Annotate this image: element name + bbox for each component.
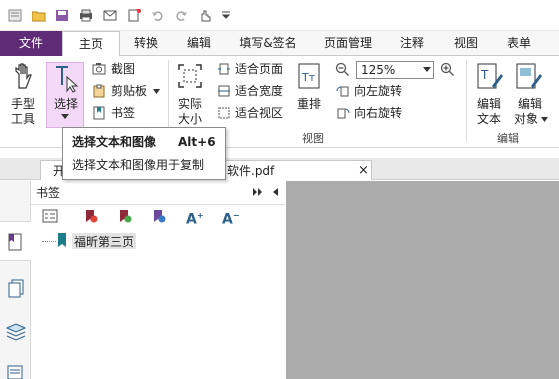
redo-icon[interactable]: [174, 9, 188, 22]
edit-object-button[interactable]: 编辑: [518, 97, 542, 111]
font-decrease-icon[interactable]: A−: [222, 209, 240, 227]
select-dropdown-icon: [61, 114, 69, 119]
tab-comment[interactable]: 注释: [392, 31, 432, 56]
hand-tool-label-2: 工具: [11, 112, 36, 126]
tab-convert[interactable]: 转换: [122, 31, 170, 56]
tab-file[interactable]: 文件: [0, 31, 62, 56]
select-tool-label: 选择: [54, 97, 79, 111]
bookmark-icon: [93, 106, 105, 120]
tooltip-description: 选择文本和图像用于复制: [72, 158, 205, 172]
expand-panel-icon[interactable]: [253, 188, 262, 196]
close-tab-icon[interactable]: ×: [358, 164, 369, 178]
undo-icon[interactable]: [151, 9, 165, 22]
ribbon-tabs: 文件 主页 转换 编辑 填写&签名 页面管理 注释 视图 表单: [0, 31, 559, 57]
clipboard-button[interactable]: 剪贴板: [111, 84, 147, 98]
zoom-in-icon[interactable]: [440, 62, 455, 77]
app-logo-icon: [8, 9, 22, 22]
attachments-icon[interactable]: [7, 365, 23, 379]
edit-group-label: 编辑: [497, 132, 519, 145]
tooltip-shortcut: Alt+6: [178, 135, 216, 149]
zoom-value: 125%: [361, 63, 396, 77]
fit-visible-button[interactable]: 适合视区: [235, 106, 283, 120]
clipboard-dropdown-icon[interactable]: [153, 89, 160, 94]
font-increase-icon[interactable]: A+: [186, 209, 204, 227]
tooltip-title: 选择文本和图像: [72, 135, 157, 149]
document-viewer[interactable]: [286, 181, 559, 379]
fit-page-button[interactable]: 适合页面: [235, 62, 283, 76]
add-bookmark-icon[interactable]: [118, 209, 132, 223]
rotate-left-icon: [336, 86, 349, 97]
reflow-button[interactable]: 重排: [297, 97, 321, 111]
hand-tool-label[interactable]: 手型: [11, 97, 35, 111]
tab-page-management[interactable]: 页面管理: [316, 31, 380, 56]
tab-home[interactable]: 主页: [62, 31, 120, 57]
new-document-icon[interactable]: [127, 9, 141, 22]
rotate-right-icon: [337, 108, 350, 119]
reflow-icon: Tт: [298, 63, 320, 89]
bookmark-panel: 书签 A+ A− 福昕第三页: [0, 181, 285, 379]
zoom-out-icon[interactable]: [335, 62, 350, 77]
group-separator: [466, 60, 467, 142]
collapse-panel-icon[interactable]: [271, 188, 278, 196]
bookmark-options-icon[interactable]: [42, 209, 58, 223]
hand-dropdown-icon[interactable]: [198, 9, 212, 22]
fit-width-icon: [218, 85, 230, 97]
edit-object-dropdown-icon[interactable]: [541, 117, 548, 122]
tab-fill-sign[interactable]: 填写&签名: [232, 31, 304, 56]
rotate-right-button[interactable]: 向右旋转: [354, 106, 402, 120]
rotate-left-button[interactable]: 向左旋转: [354, 84, 402, 98]
panel-divider: [31, 204, 285, 205]
edit-text-label-2: 文本: [477, 112, 502, 126]
delete-bookmark-icon[interactable]: [84, 209, 98, 223]
bookmarks-nav-icon: [8, 233, 22, 251]
bookmark-item-icon: [58, 233, 66, 247]
navigation-icon-bar: [0, 181, 31, 379]
zoom-dropdown-icon[interactable]: [423, 67, 431, 72]
view-group-label: 视图: [302, 132, 324, 145]
tab-edit[interactable]: 编辑: [176, 31, 222, 56]
email-icon[interactable]: [103, 9, 117, 22]
bookmarks-panel-title: 书签: [36, 186, 61, 200]
print-icon[interactable]: [79, 9, 93, 22]
bookmark-button[interactable]: 书签: [111, 106, 135, 120]
fit-page-icon: [218, 63, 230, 75]
pages-thumbnail-icon[interactable]: [7, 279, 25, 299]
document-tab-2-label: 软件.pdf: [227, 164, 275, 178]
find-bookmark-icon[interactable]: [152, 209, 166, 223]
bookmark-item[interactable]: 福昕第三页: [72, 233, 137, 249]
fit-visible-icon: [218, 107, 230, 119]
save-icon[interactable]: [55, 9, 69, 22]
edit-text-button[interactable]: 编辑: [477, 97, 501, 111]
quick-access-toolbar: [0, 0, 559, 31]
edit-object-label-2: 对象: [514, 112, 539, 126]
bookmark-item-label: 福昕第三页: [74, 235, 135, 249]
layers-icon[interactable]: [6, 323, 26, 341]
svg-text:T: T: [480, 68, 489, 82]
open-folder-icon[interactable]: [32, 9, 46, 22]
tab-form[interactable]: 表单: [498, 31, 540, 56]
screenshot-icon: [92, 63, 106, 75]
svg-text:Tт: Tт: [301, 71, 316, 84]
select-text-cursor-icon: [56, 66, 79, 93]
actual-size-icon: [178, 64, 202, 88]
screenshot-button[interactable]: 截图: [111, 62, 135, 76]
actual-size-button[interactable]: 实际: [178, 97, 202, 111]
edit-object-icon: [516, 63, 542, 89]
actual-size-label-2: 大小: [178, 112, 203, 126]
tab-view[interactable]: 视图: [446, 31, 486, 56]
edit-text-icon: T: [477, 63, 503, 89]
select-tool-tooltip: 选择文本和图像 Alt+6 选择文本和图像用于复制: [62, 127, 226, 180]
customize-arrow-icon[interactable]: [220, 9, 234, 22]
clipboard-icon: [93, 84, 105, 98]
fit-width-button[interactable]: 适合宽度: [235, 84, 283, 98]
tree-connector: [42, 241, 56, 242]
hand-tool-icon: [15, 63, 32, 89]
